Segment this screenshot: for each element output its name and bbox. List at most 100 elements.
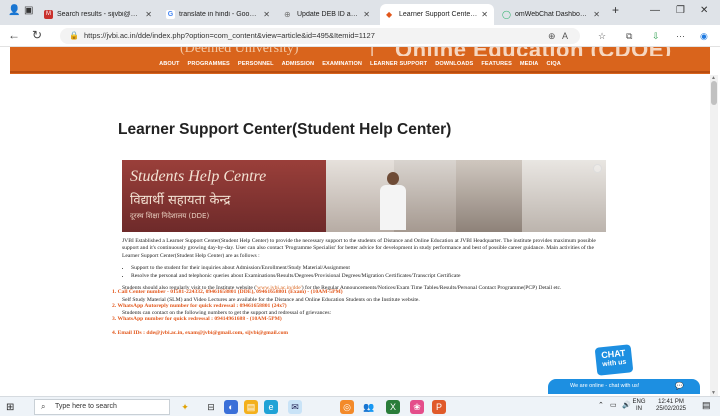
minimize-icon[interactable]: — [650,5,660,16]
globe-favicon-icon: ⊕ [284,10,291,19]
chat-favicon-icon: ◯ [502,10,511,19]
tab-close-icon[interactable]: ✕ [145,10,152,19]
tab-close-icon[interactable]: ✕ [263,10,270,19]
people-app-icon[interactable]: 👥 [362,400,376,414]
contact-item: 3. WhatsApp number for quick redressal :… [112,316,282,322]
search-placeholder: Type here to search [55,403,117,410]
intro-paragraph: JVBI Established a Learner Support Cente… [122,238,596,259]
mail-app-icon[interactable]: ✉ [288,400,302,414]
extension-icon[interactable]: ⇩ [652,31,660,42]
jvbi-favicon-icon: ◆ [386,10,393,19]
collections-icon[interactable]: ⧉ [626,31,632,42]
menu-item-admission[interactable]: ADMISSION [282,61,315,67]
refresh-icon[interactable]: ↻ [32,28,42,42]
zoom-icon[interactable]: ⊕ [548,31,556,42]
tab-learner-support[interactable]: ◆ Learner Support Center(Stu ✕ [380,4,494,25]
taskbar-clock[interactable]: 12:41 PM 25/02/2025 [650,399,692,413]
taskbar-search-input[interactable]: ⌕ Type here to search [34,399,170,415]
windows-start-icon[interactable]: ⊞ [6,402,14,413]
tab-title: Learner Support Center(Stu [399,11,478,18]
mail-favicon-icon: M [44,10,53,19]
menu-item-programmes[interactable]: PROGRAMMES [188,61,230,67]
tray-chevron-icon[interactable]: ⌃ [598,401,604,409]
help-centre-banner-image: Students Help Centre विद्यार्थी सहायता क… [122,160,606,232]
tab-title: translate in hindi - Google S [179,11,260,18]
menu-item-examination[interactable]: EXAMINATION [322,61,362,67]
chat-bar[interactable]: We are online - chat with us! 💬 [548,379,700,394]
staff-person-figure [380,172,406,230]
scrollbar-thumb[interactable] [711,81,717,105]
tab-translate[interactable]: G translate in hindi - Google S ✕ [160,4,276,25]
menu-item-media[interactable]: MEDIA [520,61,539,67]
url-text: https://jvbi.ac.in/dde/index.php?option=… [84,31,375,40]
chat-bubble-icon: 💬 [675,383,684,390]
help-centre-sign: Students Help Centre विद्यार्थी सहायता क… [122,160,326,232]
tab-close-icon[interactable]: ✕ [363,10,370,19]
menu-item-ciqa[interactable]: CIQA [546,61,560,67]
browser-app-icon[interactable]: ◐ [224,400,238,414]
menu-item-about[interactable]: ABOUT [159,61,179,67]
menu-item-learner-support[interactable]: LEARNER SUPPORT [370,61,427,67]
tab-update-deb[interactable]: ⊕ Update DEB ID and ABC ID ✕ [278,4,376,25]
page-scrollbar[interactable]: ▲ ▼ [710,75,718,396]
address-toolbar: ← ↻ 🔒 https://jvbi.ac.in/dde/index.php?o… [0,25,720,47]
windows-taskbar: ⊞ ⌕ Type here to search ✦ ⊟ ◐ ▤ e ✉ ◎ 👥 … [0,396,720,416]
search-icon: ⌕ [41,402,46,411]
more-menu-icon[interactable]: ⋯ [676,31,685,42]
tab-webchat-dashboard[interactable]: ◯ omWebChat Dashboard ✕ [496,4,606,25]
region-text: IN [636,406,642,412]
menu-item-personnel[interactable]: PERSONNEL [238,61,274,67]
sign-hindi-text: विद्यार्थी सहायता केन्द्र [130,193,231,208]
chat-bar-text: We are online - chat with us! [570,383,640,389]
lock-icon: 🔒 [69,31,79,40]
tab-title: Update DEB ID and ABC ID [297,11,359,18]
close-window-icon[interactable]: ✕ [700,5,708,16]
photos-icon[interactable]: ❀ [410,400,424,414]
language-text: ENG [632,399,646,405]
browser-tab-strip: 👤 ▣ M Search results - sijvbi@gmai ✕ G t… [0,0,720,25]
maximize-icon[interactable]: ❐ [676,5,685,16]
contact-item: 4. Email IDs : dde@jvbi.ac.in, exam@jvbi… [112,329,289,336]
network-icon[interactable]: ▭ [610,401,617,409]
edge-icon[interactable]: e [264,400,278,414]
copilot-icon[interactable]: ◉ [700,31,708,42]
main-menu: ABOUT PROGRAMMES PERSONNEL ADMISSION EXA… [10,56,710,73]
clock-date: 25/02/2025 [655,406,687,412]
menu-item-features[interactable]: FEATURES [481,61,512,67]
back-icon[interactable]: ← [8,28,20,42]
tab-close-icon[interactable]: ✕ [481,10,488,19]
list-item: Support to the student for their inquiri… [131,265,608,272]
tab-title: omWebChat Dashboard [515,11,590,18]
language-indicator[interactable]: ENG IN [630,399,648,413]
chat-with-us-badge[interactable]: CHAT with us [594,344,634,376]
google-favicon-icon: G [166,10,175,19]
profile-icon[interactable]: 👤 [8,5,20,16]
powerpoint-icon[interactable]: P [432,400,446,414]
excel-icon[interactable]: X [386,400,400,414]
file-explorer-icon[interactable]: ▤ [244,400,258,414]
tab-title: Search results - sijvbi@gmai [57,11,142,18]
list-item: Resolve the personal and telephonic quer… [131,273,608,280]
clock-time: 12:41 PM [658,399,684,405]
tab-close-icon[interactable]: ✕ [593,10,600,19]
url-bar[interactable]: 🔒 https://jvbi.ac.in/dde/index.php?optio… [60,28,580,44]
banner-corner-icon [593,164,602,173]
firefox-icon[interactable]: ◎ [340,400,354,414]
new-tab-button[interactable]: + [612,3,619,17]
menu-item-downloads[interactable]: DOWNLOADS [435,61,473,67]
activities-list: Support to the student for their inquiri… [131,265,608,280]
sign-english-text: Students Help Centre [130,168,267,185]
page-title: Learner Support Center(Student Help Cent… [118,121,452,138]
workspaces-icon[interactable]: ▣ [24,5,33,16]
contact-list: 1. Call Center number - 01581-224332, 09… [112,286,598,340]
photo-panel [456,160,522,232]
contact-item: 1. Call Center number - 01581-224332, 09… [112,289,343,295]
weather-icon[interactable]: ✦ [178,400,192,414]
read-aloud-icon[interactable]: A [562,31,568,41]
tab-search-results[interactable]: M Search results - sijvbi@gmai ✕ [38,4,158,25]
favorite-star-icon[interactable]: ☆ [598,31,606,42]
sign-sub-text: दूरस्थ शिक्षा निदेशालय (DDE) [130,212,210,220]
task-view-icon[interactable]: ⊟ [204,400,218,414]
notifications-icon[interactable]: ▤ [702,400,711,411]
contact-item: 2. WhatsApp Autoreply number for quick r… [112,302,287,309]
